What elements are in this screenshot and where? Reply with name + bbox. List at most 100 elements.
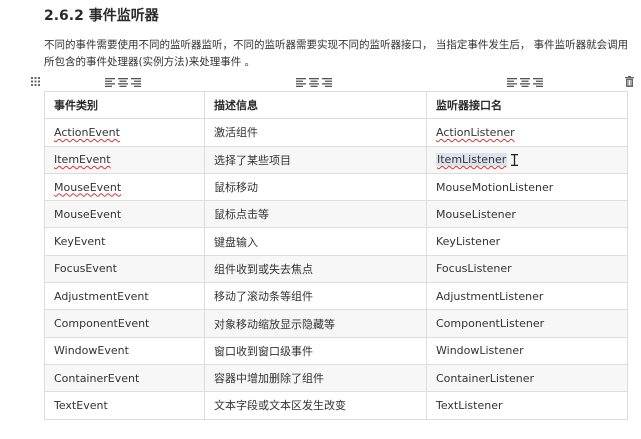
grip-icon[interactable] bbox=[31, 77, 40, 86]
table-header-row: 事件类别 描述信息 监听器接口名 bbox=[44, 90, 628, 120]
description-text: 文本字段或文本区发生改变 bbox=[214, 399, 346, 413]
listener-cell[interactable]: KeyListener bbox=[426, 227, 628, 256]
listener-cell[interactable]: ContainerListener bbox=[426, 363, 628, 393]
event-type-cell[interactable]: MouseEvent bbox=[44, 200, 205, 229]
listener-text: AdjustmentListener bbox=[436, 289, 544, 303]
event-type-text: MouseEvent bbox=[54, 180, 122, 194]
description-text: 激活组件 bbox=[214, 126, 258, 140]
description-text: 组件收到或失去焦点 bbox=[214, 262, 313, 276]
listener-cell[interactable]: ComponentListener bbox=[426, 309, 628, 338]
listener-text: ComponentListener bbox=[436, 317, 545, 331]
listener-text: ContainerListener bbox=[436, 371, 535, 385]
align-left-icon[interactable] bbox=[296, 78, 306, 87]
description-cell[interactable]: 鼠标移动 bbox=[204, 172, 427, 202]
listener-cell[interactable]: ActionListener bbox=[426, 118, 628, 147]
event-type-text: AdjustmentEvent bbox=[54, 289, 149, 303]
table-row: ItemEvent 选择了某些项目 ItemListener bbox=[44, 145, 628, 174]
listener-cell[interactable]: WindowListener bbox=[426, 336, 628, 365]
description-text: 选择了某些项目 bbox=[214, 153, 291, 167]
header-listener-interface[interactable]: 监听器接口名 bbox=[426, 90, 628, 120]
header-description[interactable]: 描述信息 bbox=[204, 90, 427, 120]
header-event-type[interactable]: 事件类别 bbox=[44, 90, 205, 120]
listener-text: KeyListener bbox=[436, 235, 501, 249]
event-type-cell[interactable]: FocusEvent bbox=[44, 254, 205, 284]
event-type-text: KeyEvent bbox=[54, 235, 106, 249]
event-type-text: ContainerEvent bbox=[54, 371, 140, 385]
event-type-cell[interactable]: ActionEvent bbox=[44, 118, 205, 147]
description-text: 鼠标点击等 bbox=[214, 208, 269, 222]
description-text: 窗口收到窗口级事件 bbox=[214, 344, 313, 358]
align-right-icon[interactable] bbox=[131, 78, 141, 87]
listener-text: MouseMotionListener bbox=[436, 180, 554, 194]
description-cell[interactable]: 文本字段或文本区发生改变 bbox=[204, 391, 427, 420]
document-page: 2.6.2 事件监听器 不同的事件需要使用不同的监听器监听，不同的监听器需要实现… bbox=[0, 0, 641, 439]
table-row: KeyEvent 键盘输入 KeyListener bbox=[44, 227, 628, 256]
listener-cell[interactable]: TextListener bbox=[426, 391, 628, 420]
table-row: FocusEvent 组件收到或失去焦点 FocusListener bbox=[44, 254, 628, 284]
table-row: ActionEvent 激活组件 ActionListener bbox=[44, 118, 628, 147]
trash-icon[interactable] bbox=[625, 76, 634, 87]
description-cell[interactable]: 激活组件 bbox=[204, 118, 427, 147]
description-cell[interactable]: 容器中增加删除了组件 bbox=[204, 363, 427, 393]
table-row: ContainerEvent 容器中增加删除了组件 ContainerListe… bbox=[44, 363, 628, 393]
event-type-cell[interactable]: ContainerEvent bbox=[44, 363, 205, 393]
description-cell[interactable]: 键盘输入 bbox=[204, 227, 427, 256]
event-type-cell[interactable]: AdjustmentEvent bbox=[44, 282, 205, 311]
description-cell[interactable]: 移动了滚动条等组件 bbox=[204, 282, 427, 311]
description-cell[interactable]: 选择了某些项目 bbox=[204, 145, 427, 174]
section-paragraph[interactable]: 不同的事件需要使用不同的监听器监听，不同的监听器需要实现不同的监听器接口， 当指… bbox=[44, 37, 630, 71]
event-type-text: WindowEvent bbox=[54, 344, 129, 358]
align-center-icon[interactable] bbox=[520, 78, 530, 87]
column-1-align-group bbox=[105, 78, 141, 87]
listener-cell[interactable]: AdjustmentListener bbox=[426, 282, 628, 311]
listener-cell[interactable]: MouseMotionListener bbox=[426, 172, 628, 202]
listener-text: FocusListener bbox=[436, 262, 512, 276]
align-left-icon[interactable] bbox=[105, 78, 115, 87]
listener-text: WindowListener bbox=[436, 344, 524, 358]
table-row: WindowEvent 窗口收到窗口级事件 WindowListener bbox=[44, 336, 628, 365]
listener-text: MouseListener bbox=[436, 207, 516, 221]
align-center-icon[interactable] bbox=[118, 78, 128, 87]
listener-text: ActionListener bbox=[436, 125, 515, 139]
event-type-text: ItemEvent bbox=[54, 153, 111, 167]
listener-text: TextListener bbox=[436, 398, 503, 412]
listener-cell[interactable]: FocusListener bbox=[426, 254, 628, 284]
event-type-cell[interactable]: ItemEvent bbox=[44, 145, 205, 174]
description-cell[interactable]: 窗口收到窗口级事件 bbox=[204, 336, 427, 365]
description-text: 容器中增加删除了组件 bbox=[214, 372, 324, 386]
column-3-align-group bbox=[507, 78, 543, 87]
table-row: AdjustmentEvent 移动了滚动条等组件 AdjustmentList… bbox=[44, 282, 628, 311]
table-row: MouseEvent 鼠标移动 MouseMotionListener bbox=[44, 172, 628, 202]
description-cell[interactable]: 组件收到或失去焦点 bbox=[204, 254, 427, 284]
table-row: MouseEvent 鼠标点击等 MouseListener bbox=[44, 200, 628, 229]
event-type-cell[interactable]: MouseEvent bbox=[44, 172, 205, 202]
event-type-text: TextEvent bbox=[54, 398, 108, 412]
listener-text-selected: ItemListener bbox=[436, 153, 508, 167]
table-row: ComponentEvent 对象移动缩放显示隐藏等 ComponentList… bbox=[44, 309, 628, 338]
listener-cell[interactable]: MouseListener bbox=[426, 200, 628, 229]
event-listener-table: 事件类别 描述信息 监听器接口名 ActionEvent 激活组件 Action… bbox=[44, 90, 628, 420]
description-text: 移动了滚动条等组件 bbox=[214, 290, 313, 304]
description-cell[interactable]: 鼠标点击等 bbox=[204, 200, 427, 229]
align-right-icon[interactable] bbox=[322, 78, 332, 87]
listener-cell[interactable]: ItemListener bbox=[426, 145, 628, 174]
event-type-text: FocusEvent bbox=[54, 262, 117, 276]
description-text: 键盘输入 bbox=[214, 235, 258, 249]
description-cell[interactable]: 对象移动缩放显示隐藏等 bbox=[204, 309, 427, 338]
event-type-cell[interactable]: ComponentEvent bbox=[44, 309, 205, 338]
align-left-icon[interactable] bbox=[507, 78, 517, 87]
section-heading: 2.6.2 事件监听器 bbox=[44, 8, 159, 24]
event-type-text: ActionEvent bbox=[54, 125, 120, 139]
event-type-text: MouseEvent bbox=[54, 207, 122, 221]
event-type-cell[interactable]: TextEvent bbox=[44, 391, 205, 420]
event-type-text: ComponentEvent bbox=[54, 317, 150, 331]
table-row: TextEvent 文本字段或文本区发生改变 TextListener bbox=[44, 391, 628, 420]
table-toolbar bbox=[0, 76, 641, 90]
text-cursor-icon bbox=[511, 154, 519, 167]
align-center-icon[interactable] bbox=[309, 78, 319, 87]
event-type-cell[interactable]: KeyEvent bbox=[44, 227, 205, 256]
column-2-align-group bbox=[296, 78, 332, 87]
description-text: 对象移动缩放显示隐藏等 bbox=[214, 317, 335, 331]
event-type-cell[interactable]: WindowEvent bbox=[44, 336, 205, 365]
align-right-icon[interactable] bbox=[533, 78, 543, 87]
